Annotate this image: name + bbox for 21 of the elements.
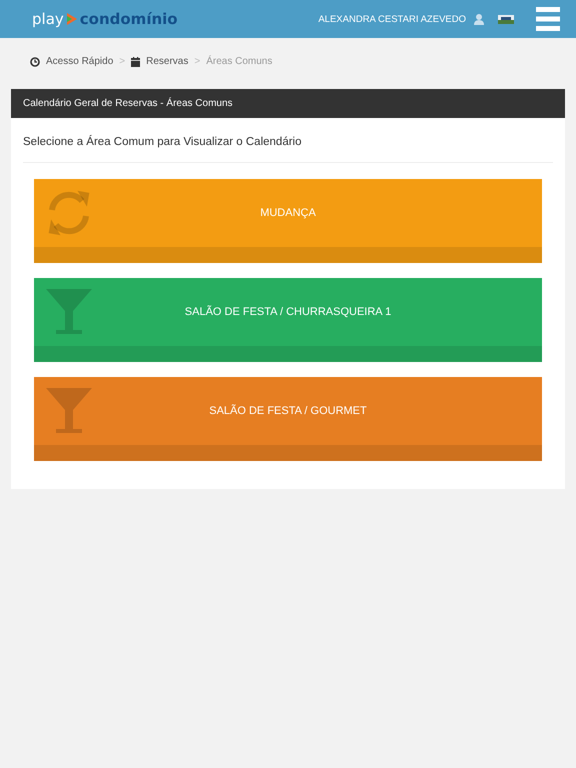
user-name[interactable]: ALEXANDRA CESTARI AZEVEDO — [318, 14, 466, 24]
area-tile[interactable]: SALÃO DE FESTA / GOURMET — [34, 377, 542, 461]
menu-icon[interactable] — [536, 7, 560, 31]
area-tile[interactable]: SALÃO DE FESTA / CHURRASQUEIRA 1 — [34, 278, 542, 362]
breadcrumb-link[interactable]: Reservas — [146, 56, 188, 67]
area-tile[interactable]: MUDANÇA — [34, 179, 542, 263]
breadcrumb-separator: > — [194, 56, 200, 67]
logo-text: condomínio — [80, 10, 178, 28]
refresh-icon — [46, 190, 92, 236]
panel-title: Calendário Geral de Reservas - Áreas Comuns — [11, 89, 565, 118]
user-icon — [474, 14, 484, 24]
clock-icon — [30, 56, 40, 66]
breadcrumb-link[interactable]: Acesso Rápido — [46, 56, 114, 67]
breadcrumb-separator: > — [119, 56, 126, 67]
logo-text: play — [32, 10, 64, 28]
building-thumbnail-icon[interactable] — [498, 14, 514, 24]
cocktail-glass-icon — [46, 289, 92, 335]
play-triangle-icon — [66, 13, 77, 25]
calendar-icon — [131, 56, 140, 66]
instruction-text: Selecione a Área Comum para Visualizar o Calendário — [23, 130, 553, 163]
cocktail-glass-icon — [46, 388, 92, 434]
